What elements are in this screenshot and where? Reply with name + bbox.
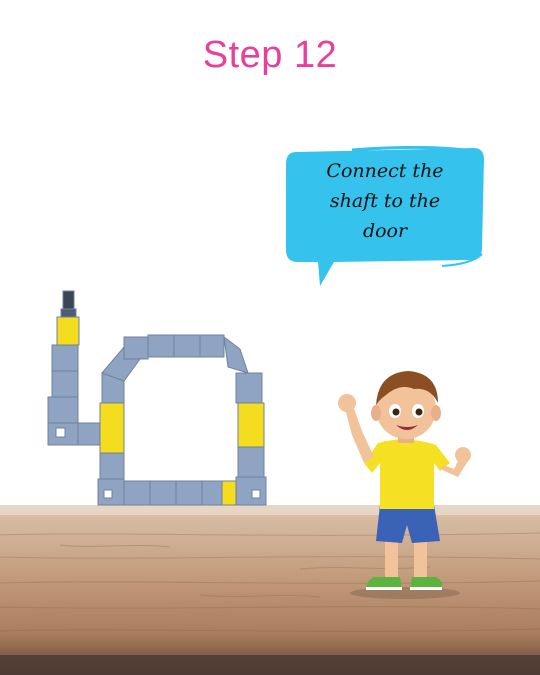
speech-line: shaft to the (329, 190, 441, 212)
boy-illustration (338, 371, 471, 599)
speech-line: Connect the (326, 160, 444, 182)
block-door-frame (47, 290, 267, 506)
speech-text: Connect the shaft to the door (292, 156, 478, 246)
speech-line: door (362, 220, 408, 242)
step-page: Step 12 Connect the shaft to the door (0, 0, 540, 675)
step-title: Step 12 (202, 34, 338, 76)
